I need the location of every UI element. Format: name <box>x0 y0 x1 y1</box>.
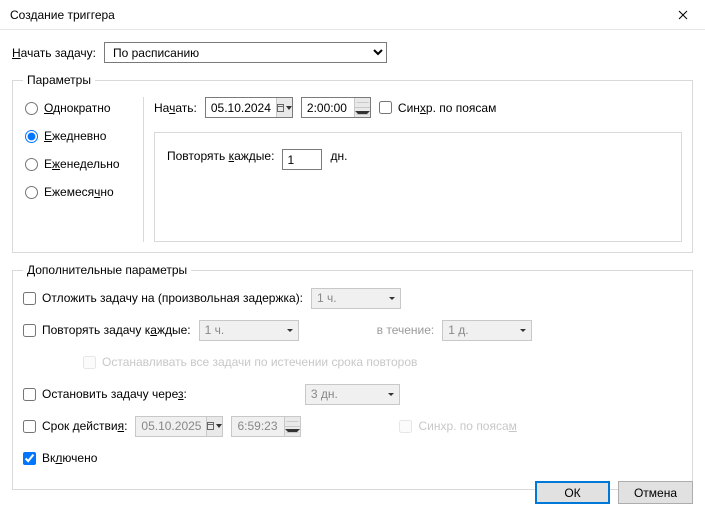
recurrence-box: Повторять каждые: дн. <box>154 132 682 242</box>
stop-after-combo: 3 дн. <box>305 384 400 405</box>
advanced-group: Дополнительные параметры Отложить задачу… <box>12 263 693 490</box>
radio-daily-input[interactable] <box>25 130 38 143</box>
time-spinner[interactable] <box>354 98 370 117</box>
divider <box>143 97 144 242</box>
delay-value: 1 ч. <box>317 291 337 305</box>
expire-sync-label: Синхр. по поясам <box>418 419 516 433</box>
radio-monthly[interactable]: Ежемесячно <box>25 185 127 199</box>
stop-after-label: Остановить задачу через: <box>42 387 187 401</box>
ok-button[interactable]: ОК <box>535 481 610 504</box>
begin-task-select[interactable]: По расписанию <box>104 42 387 63</box>
parameters-group: Параметры Однократно Ежедневно Еженедель… <box>12 73 693 253</box>
stop-all-check-input <box>83 356 96 369</box>
calendar-icon[interactable] <box>276 98 292 117</box>
close-button[interactable] <box>660 0 705 30</box>
duration-label: в течение: <box>377 323 435 337</box>
expire-date-value: 05.10.2025 <box>136 419 206 433</box>
expire-check-input[interactable] <box>23 420 36 433</box>
parameters-legend: Параметры <box>23 73 95 87</box>
close-icon <box>678 10 688 20</box>
repeat-every-label: Повторять каждые: <box>167 149 274 163</box>
enabled-label: Включено <box>42 451 97 465</box>
duration-combo: 1 д. <box>442 320 532 341</box>
radio-daily[interactable]: Ежедневно <box>25 129 127 143</box>
time-spinner <box>284 417 300 436</box>
sync-timezone-check[interactable]: Синхр. по поясам <box>379 101 496 115</box>
stop-after-check-input[interactable] <box>23 388 36 401</box>
repeat-unit-label: дн. <box>330 149 347 163</box>
expire-time-field: 6:59:23 <box>231 416 301 437</box>
enabled-check[interactable]: Включено <box>23 451 97 465</box>
cancel-button[interactable]: Отмена <box>618 481 693 504</box>
repeat-task-check-input[interactable] <box>23 324 36 337</box>
window-title: Создание триггера <box>10 8 115 22</box>
chevron-down-icon <box>515 321 531 340</box>
expire-sync-check: Синхр. по поясам <box>399 419 516 433</box>
enabled-check-input[interactable] <box>23 452 36 465</box>
stop-all-label: Останавливать все задачи по истечении ср… <box>102 355 417 369</box>
start-date-value: 05.10.2024 <box>206 101 276 115</box>
expire-sync-check-input <box>399 420 412 433</box>
repeat-interval-value: 1 ч. <box>205 323 225 337</box>
delay-combo: 1 ч. <box>311 288 401 309</box>
repeat-interval-combo: 1 ч. <box>199 320 299 341</box>
radio-daily-label: Ежедневно <box>44 129 106 143</box>
radio-monthly-label: Ежемесячно <box>44 185 114 199</box>
start-date-field[interactable]: 05.10.2024 <box>205 97 293 118</box>
begin-task-label: Начать задачу: <box>12 46 96 60</box>
chevron-down-icon <box>282 321 298 340</box>
chevron-down-icon <box>383 385 399 404</box>
radio-weekly-label: Еженедельно <box>44 157 120 171</box>
repeat-every-input[interactable] <box>282 149 322 170</box>
delay-check[interactable]: Отложить задачу на (произвольная задержк… <box>23 291 303 305</box>
expire-time-value: 6:59:23 <box>232 419 284 433</box>
start-time-value: 2:00:00 <box>302 101 354 115</box>
radio-weekly-input[interactable] <box>25 158 38 171</box>
expire-date-field: 05.10.2025 <box>135 416 223 437</box>
radio-once-label: Однократно <box>44 101 111 115</box>
repeat-task-check[interactable]: Повторять задачу каждые: <box>23 323 191 337</box>
start-time-field[interactable]: 2:00:00 <box>301 97 371 118</box>
chevron-down-icon <box>384 289 400 308</box>
stop-after-check[interactable]: Остановить задачу через: <box>23 387 187 401</box>
start-label: Начать: <box>154 101 197 115</box>
delay-label: Отложить задачу на (произвольная задержк… <box>42 291 303 305</box>
expire-check[interactable]: Срок действия: <box>23 419 127 433</box>
delay-check-input[interactable] <box>23 292 36 305</box>
expire-label: Срок действия: <box>42 419 127 433</box>
advanced-legend: Дополнительные параметры <box>23 263 191 277</box>
sync-timezone-label: Синхр. по поясам <box>398 101 496 115</box>
radio-once[interactable]: Однократно <box>25 101 127 115</box>
calendar-icon <box>206 417 222 436</box>
repeat-task-label: Повторять задачу каждые: <box>42 323 191 337</box>
sync-timezone-input[interactable] <box>379 101 392 114</box>
radio-weekly[interactable]: Еженедельно <box>25 157 127 171</box>
radio-monthly-input[interactable] <box>25 186 38 199</box>
stop-after-value: 3 дн. <box>311 387 338 401</box>
radio-once-input[interactable] <box>25 102 38 115</box>
duration-value: 1 д. <box>448 323 468 337</box>
stop-all-check: Останавливать все задачи по истечении ср… <box>83 355 417 369</box>
